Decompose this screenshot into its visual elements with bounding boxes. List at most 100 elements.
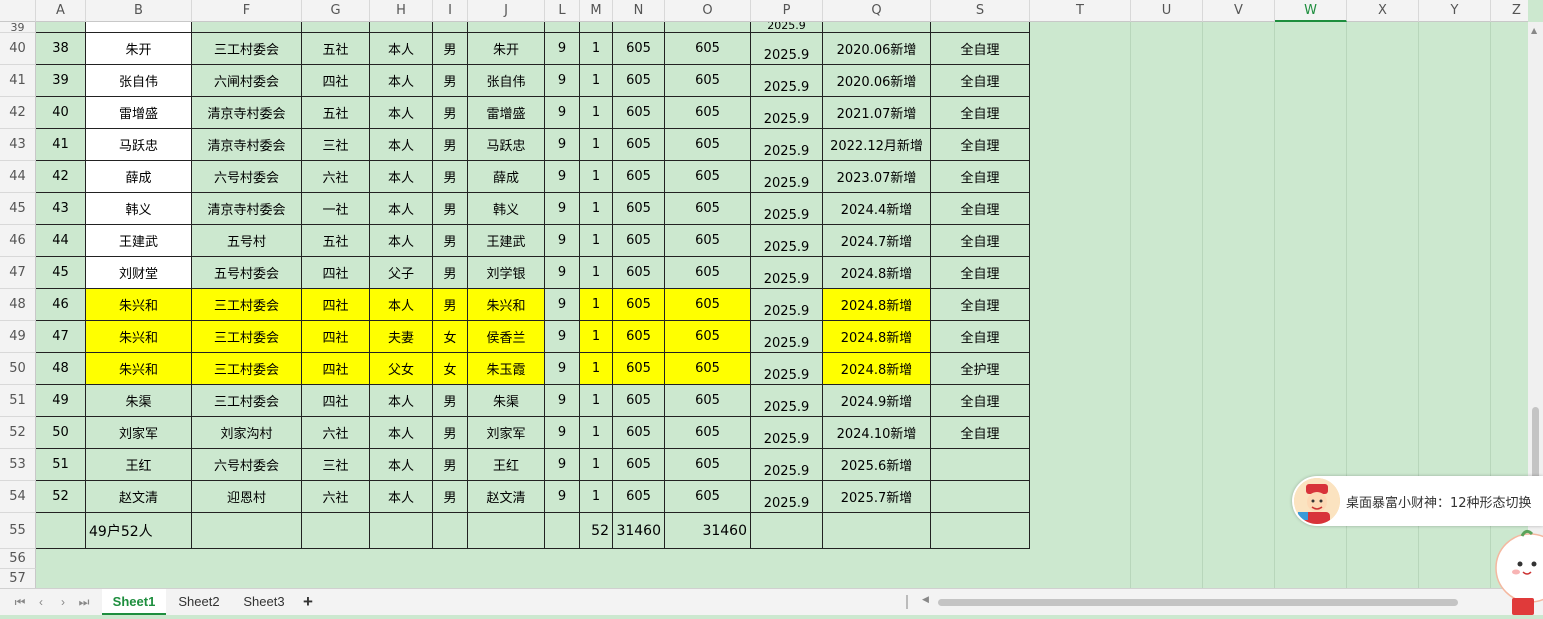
row-header[interactable]: 44 — [0, 161, 36, 193]
cell-h[interactable]: 本人 — [370, 481, 433, 513]
cell-i[interactable]: 男 — [433, 193, 468, 225]
total-cell-q[interactable] — [823, 513, 931, 549]
cell-m[interactable]: 1 — [580, 97, 613, 129]
cell-h[interactable]: 本人 — [370, 33, 433, 65]
cell-o[interactable]: 605 — [665, 385, 751, 417]
cell-h[interactable]: 本人 — [370, 385, 433, 417]
cell-i[interactable]: 男 — [433, 225, 468, 257]
cell[interactable] — [370, 22, 433, 33]
cell-i[interactable]: 男 — [433, 289, 468, 321]
row-header[interactable]: 40 — [0, 33, 36, 65]
cell-j[interactable]: 朱兴和 — [468, 289, 545, 321]
column-header-g[interactable]: G — [302, 0, 370, 22]
cell-a[interactable]: 51 — [36, 449, 86, 481]
cell-l[interactable]: 9 — [545, 385, 580, 417]
column-header-o[interactable]: O — [665, 0, 751, 22]
cell-b[interactable]: 朱兴和 — [86, 353, 192, 385]
desktop-widget-notification[interactable]: 桌面暴富小财神：12种形态切换 — [1292, 476, 1543, 526]
cell-b[interactable]: 朱兴和 — [86, 321, 192, 353]
cell-h[interactable]: 本人 — [370, 193, 433, 225]
row-header[interactable]: 48 — [0, 289, 36, 321]
cell-i[interactable]: 女 — [433, 321, 468, 353]
column-header-p[interactable]: P — [751, 0, 823, 22]
cell-h[interactable]: 父女 — [370, 353, 433, 385]
cell-i[interactable]: 男 — [433, 65, 468, 97]
cell-s[interactable]: 全自理 — [931, 289, 1030, 321]
cell-g[interactable]: 五社 — [302, 97, 370, 129]
cell-s[interactable]: 全自理 — [931, 321, 1030, 353]
cell-s[interactable]: 全自理 — [931, 257, 1030, 289]
row-header[interactable]: 51 — [0, 385, 36, 417]
cell-m[interactable]: 1 — [580, 257, 613, 289]
cell-f[interactable]: 清京寺村委会 — [192, 97, 302, 129]
cell-g[interactable]: 四社 — [302, 289, 370, 321]
cell-f[interactable]: 三工村委会 — [192, 289, 302, 321]
cell-g[interactable]: 六社 — [302, 417, 370, 449]
cell-p[interactable]: 2025.9 — [751, 97, 823, 129]
cell-o[interactable]: 605 — [665, 449, 751, 481]
tab-sheet2[interactable]: Sheet2 — [169, 589, 229, 615]
cell-h[interactable]: 本人 — [370, 129, 433, 161]
cell-g[interactable]: 三社 — [302, 129, 370, 161]
cell[interactable] — [302, 22, 370, 33]
cell-l[interactable]: 9 — [545, 321, 580, 353]
total-cell-a[interactable] — [36, 513, 86, 549]
cell-o[interactable]: 605 — [665, 97, 751, 129]
cell-l[interactable]: 9 — [545, 481, 580, 513]
cell-g[interactable]: 一社 — [302, 193, 370, 225]
row-header[interactable]: 46 — [0, 225, 36, 257]
cell-l[interactable]: 9 — [545, 289, 580, 321]
cell-b[interactable]: 张自伟 — [86, 65, 192, 97]
cell-g[interactable]: 四社 — [302, 353, 370, 385]
cell-o[interactable]: 605 — [665, 129, 751, 161]
cell-s[interactable]: 全自理 — [931, 385, 1030, 417]
cell-b[interactable]: 刘家军 — [86, 417, 192, 449]
cell-l[interactable]: 9 — [545, 225, 580, 257]
total-cell-p[interactable] — [751, 513, 823, 549]
cell-f[interactable]: 三工村委会 — [192, 33, 302, 65]
cell-i[interactable]: 男 — [433, 161, 468, 193]
cell-f[interactable]: 清京寺村委会 — [192, 129, 302, 161]
cell-m[interactable]: 1 — [580, 449, 613, 481]
cell-o[interactable]: 605 — [665, 289, 751, 321]
cell-j[interactable]: 侯香兰 — [468, 321, 545, 353]
cell-f[interactable]: 六号村委会 — [192, 449, 302, 481]
column-header-h[interactable]: H — [370, 0, 433, 22]
cell-f[interactable]: 三工村委会 — [192, 321, 302, 353]
cell-a[interactable]: 52 — [36, 481, 86, 513]
cell-q[interactable]: 2024.8新增 — [823, 321, 931, 353]
total-cell-o[interactable]: 31460 — [665, 513, 751, 549]
column-header-n[interactable]: N — [613, 0, 665, 22]
cell-h[interactable]: 本人 — [370, 225, 433, 257]
cell-n[interactable]: 605 — [613, 33, 665, 65]
cell-m[interactable]: 1 — [580, 481, 613, 513]
cell-j[interactable]: 朱开 — [468, 33, 545, 65]
column-header-m[interactable]: M — [580, 0, 613, 22]
cell-h[interactable]: 本人 — [370, 161, 433, 193]
cell-q[interactable]: 2025.6新增 — [823, 449, 931, 481]
cell-q[interactable]: 2020.06新增 — [823, 33, 931, 65]
total-cell-g[interactable] — [302, 513, 370, 549]
select-all-corner[interactable] — [0, 0, 36, 22]
cell-j[interactable]: 赵文清 — [468, 481, 545, 513]
cell-o[interactable]: 605 — [665, 33, 751, 65]
row-header[interactable]: 49 — [0, 321, 36, 353]
cell-q[interactable]: 2025.7新增 — [823, 481, 931, 513]
cell-n[interactable]: 605 — [613, 193, 665, 225]
cell-a[interactable]: 50 — [36, 417, 86, 449]
mascot-sticker-icon[interactable] — [1494, 528, 1543, 615]
cell-b[interactable]: 朱兴和 — [86, 289, 192, 321]
first-sheet-icon[interactable]: ⏮ — [12, 594, 28, 610]
cell-b[interactable]: 韩义 — [86, 193, 192, 225]
column-header-j[interactable]: J — [468, 0, 545, 22]
cell-p[interactable]: 2025.9 — [751, 193, 823, 225]
cell-j[interactable]: 王建武 — [468, 225, 545, 257]
cell-h[interactable]: 本人 — [370, 449, 433, 481]
cell-s[interactable]: 全自理 — [931, 225, 1030, 257]
cell-l[interactable]: 9 — [545, 193, 580, 225]
cell-m[interactable]: 1 — [580, 353, 613, 385]
cell-j[interactable]: 薛成 — [468, 161, 545, 193]
cell-l[interactable]: 9 — [545, 129, 580, 161]
tab-sheet3[interactable]: Sheet3 — [234, 589, 294, 615]
total-cell-n[interactable]: 31460 — [613, 513, 665, 549]
